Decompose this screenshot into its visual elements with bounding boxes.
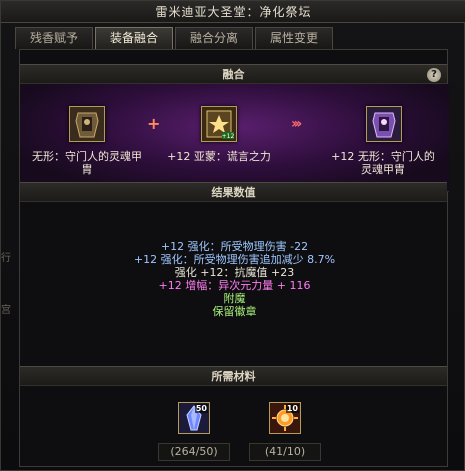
stat-line-4: +12 增幅：异次元力量 + 116 bbox=[158, 279, 311, 292]
tab-bar: 残香赋予 装备融合 融合分离 属性变更 bbox=[15, 27, 333, 49]
result-stats: +12 强化：所受物理伤害 -22 +12 强化：所受物理伤害追加减少 8.7%… bbox=[20, 240, 449, 318]
tab-residual-scent[interactable]: 残香赋予 bbox=[15, 27, 93, 49]
help-icon[interactable]: ? bbox=[427, 68, 441, 82]
sun-orb-requirement: (41/10) bbox=[249, 443, 321, 461]
plus-symbol: + bbox=[147, 114, 161, 133]
item-left-name: 无形：守门人的灵魂甲胄 bbox=[32, 150, 142, 176]
sun-orb-count: 10 bbox=[285, 404, 299, 413]
stat-line-6: 保留徽章 bbox=[212, 305, 257, 318]
card-badge: +12 bbox=[222, 133, 235, 140]
stat-line-3: 强化 +12：抗魔值 +23 bbox=[174, 266, 295, 279]
item-middle-name: +12 亚蒙：谎言之力 bbox=[167, 150, 271, 163]
tab-attribute-change[interactable]: 属性变更 bbox=[255, 27, 333, 49]
fusion-stage: 无形：守门人的灵魂甲胄 + +12 +12 亚蒙：谎言之力 ››› +12 无形… bbox=[20, 84, 449, 192]
item-result-name: +12 无形：守门人的灵魂甲胄 bbox=[331, 150, 435, 176]
side-glyph-2: 宫 bbox=[1, 305, 11, 316]
fusion-panel: 融合 ? 无形：守门人的灵魂甲胄 + +12 +12 亚蒙：谎言之力 ››› +… bbox=[19, 49, 449, 467]
tab-fusion-separation[interactable]: 融合分离 bbox=[175, 27, 253, 49]
crystal-icon[interactable]: 50 bbox=[178, 402, 210, 434]
results-header: 结果数值 bbox=[20, 182, 447, 202]
materials-header: 所需材料 bbox=[20, 366, 447, 386]
tab-equipment-fusion[interactable]: 装备融合 bbox=[95, 27, 173, 49]
armor-icon[interactable] bbox=[69, 106, 105, 142]
stat-line-2: +12 强化：所受物理伤害追加减少 8.7% bbox=[133, 253, 336, 266]
sun-orb-icon[interactable]: 10 bbox=[269, 402, 301, 434]
fusion-header: 融合 ? bbox=[20, 64, 447, 84]
arrows-icon: ››› bbox=[291, 116, 302, 132]
window-title: 雷米迪亚大圣堂：净化祭坛 bbox=[1, 1, 465, 23]
stat-line-1: +12 强化：所受物理伤害 -22 bbox=[160, 240, 309, 253]
armor-result-icon[interactable] bbox=[366, 106, 402, 142]
fusion-header-label: 融合 bbox=[222, 68, 245, 81]
stat-line-5: 附魔 bbox=[223, 292, 246, 305]
crystal-count: 50 bbox=[194, 404, 208, 413]
side-glyph-1: 行 bbox=[1, 253, 11, 264]
card-icon[interactable]: +12 bbox=[201, 106, 237, 142]
crystal-requirement: (264/50) bbox=[158, 443, 230, 461]
purification-altar-window: 雷米迪亚大圣堂：净化祭坛 残香赋予 装备融合 融合分离 属性变更 行 宫 融合 … bbox=[0, 0, 465, 471]
